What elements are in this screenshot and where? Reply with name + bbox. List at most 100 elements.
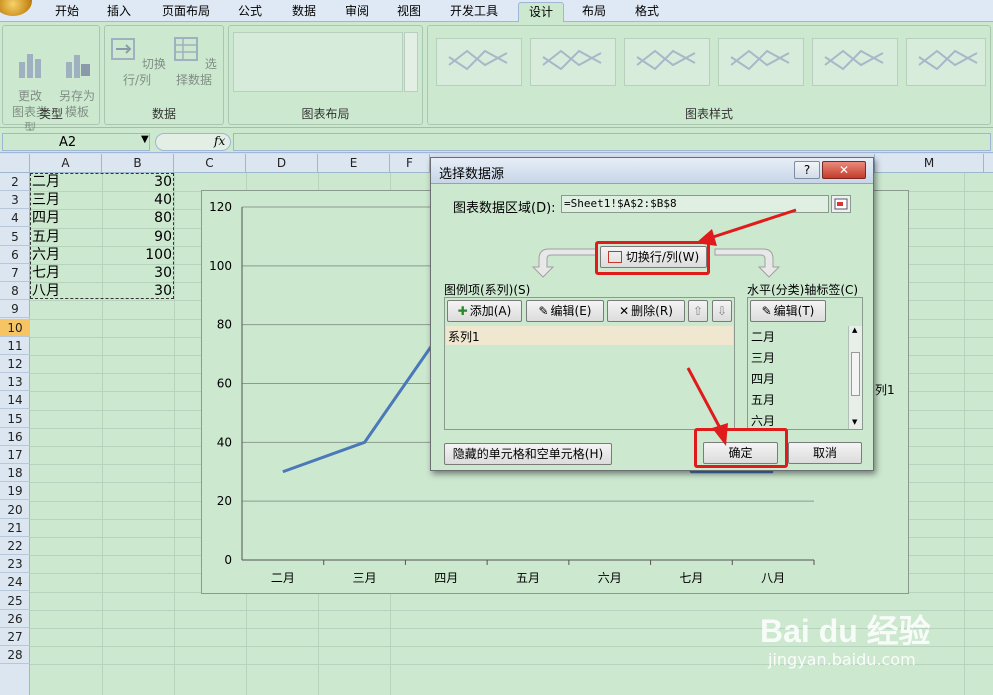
watermark-brand: Bai du 经验 (760, 613, 931, 649)
y-tick-label: 0 (224, 553, 232, 567)
select-data-icon (174, 37, 199, 61)
row-header[interactable]: 15 (0, 410, 30, 428)
formula-tools: fx (155, 133, 231, 151)
group-type: 更改 图表类型 另存为 模板 类型 (2, 25, 100, 135)
tab-data[interactable]: 数据 (284, 2, 324, 22)
edit-series-button[interactable]: ✎ 编辑(E) (526, 300, 604, 322)
row-header[interactable]: 23 (0, 555, 30, 574)
close-button[interactable]: ✕ (822, 161, 866, 179)
tab-view[interactable]: 视图 (389, 2, 429, 22)
formula-input[interactable] (233, 133, 991, 151)
column-header[interactable]: M (874, 154, 984, 173)
y-tick-label: 60 (217, 377, 232, 391)
switch-row-column-button[interactable]: 切换行/列 (108, 34, 166, 88)
tab-formulas[interactable]: 公式 (230, 2, 270, 22)
group-chart-styles-label: 图表样式 (684, 107, 733, 121)
x-tick-label: 六月 (598, 571, 622, 585)
row-header[interactable]: 19 (0, 482, 30, 501)
tab-design[interactable]: 设计 (518, 2, 564, 22)
chevron-down-icon[interactable]: ▼ (141, 134, 149, 145)
tab-insert[interactable]: 插入 (99, 2, 139, 22)
x-tick-label: 三月 (353, 571, 377, 585)
scroll-down-icon[interactable]: ▼ (852, 418, 857, 426)
column-header[interactable]: B (102, 154, 174, 173)
row-header[interactable]: 18 (0, 464, 30, 483)
row-header[interactable]: 16 (0, 428, 30, 446)
scroll-up-icon[interactable]: ▲ (852, 326, 857, 334)
column-header[interactable]: F (390, 154, 430, 173)
style-5-icon (824, 49, 884, 71)
style-2-icon (542, 49, 602, 71)
row-header[interactable]: 7 (0, 264, 30, 282)
row-header[interactable]: 8 (0, 282, 30, 301)
chart-style-3[interactable] (624, 38, 710, 86)
row-header[interactable]: 10 (0, 318, 30, 337)
legend-series-label: 图例项(系列)(S) (444, 283, 531, 297)
select-data-button[interactable]: 选择数据 (167, 34, 221, 88)
chart-style-4[interactable] (718, 38, 804, 86)
row-header[interactable]: 26 (0, 610, 30, 628)
tab-page-layout[interactable]: 页面布局 (155, 2, 217, 22)
row-header[interactable]: 12 (0, 355, 30, 373)
add-series-button[interactable]: ✚ 添加(A) (447, 300, 522, 322)
switch-row-column-icon (111, 38, 136, 60)
tab-review[interactable]: 审阅 (337, 2, 377, 22)
column-header[interactable]: C (174, 154, 246, 173)
row-header[interactable]: 2 (0, 173, 30, 191)
chart-style-1[interactable] (436, 38, 522, 86)
style-3-icon (636, 49, 696, 71)
edit-series-label: 编辑(E) (550, 304, 592, 318)
row-header[interactable]: 9 (0, 300, 30, 319)
group-chart-layout-label: 图表布局 (301, 107, 350, 121)
style-6-icon (918, 49, 978, 71)
row-header[interactable]: 21 (0, 519, 30, 537)
help-button[interactable]: ? (794, 161, 820, 179)
annotation-arrows (686, 208, 797, 446)
fx-icon[interactable]: fx (214, 134, 225, 148)
row-header[interactable]: 24 (0, 573, 30, 592)
tab-home[interactable]: 开始 (47, 2, 87, 22)
office-button[interactable] (0, 0, 32, 16)
ribbon-tab-bar: 开始 插入 页面布局 公式 数据 审阅 视图 开发工具 设计 布局 格式 (0, 0, 993, 22)
range-picker-button[interactable] (831, 195, 851, 213)
select-all-corner[interactable] (0, 154, 30, 173)
name-box[interactable]: A2 ▼ (2, 133, 150, 151)
row-header[interactable]: 20 (0, 501, 30, 519)
row-header[interactable]: 4 (0, 209, 30, 228)
chart-style-5[interactable] (812, 38, 898, 86)
row-header[interactable]: 5 (0, 228, 30, 246)
chart-type-icon (19, 54, 41, 78)
chart-style-2[interactable] (530, 38, 616, 86)
x-tick-label: 二月 (271, 571, 295, 585)
layout-gallery[interactable] (233, 32, 403, 92)
grid-line (964, 173, 965, 695)
group-data: 切换行/列 选择数据 数据 (104, 25, 224, 125)
column-header[interactable]: E (318, 154, 390, 173)
style-4-icon (730, 49, 790, 71)
group-chart-layout: 图表布局 (228, 25, 423, 125)
row-header[interactable]: 11 (0, 337, 30, 355)
tab-developer[interactable]: 开发工具 (443, 2, 505, 22)
scroll-thumb[interactable] (851, 352, 860, 396)
group-data-label: 数据 (151, 107, 176, 121)
copy-marquee (30, 173, 174, 299)
save-template-icon (66, 55, 90, 78)
row-header[interactable]: 28 (0, 646, 30, 665)
tab-format[interactable]: 格式 (627, 2, 667, 22)
axis-list-scrollbar[interactable]: ▲ ▼ (848, 326, 862, 429)
row-header[interactable]: 3 (0, 191, 30, 210)
hidden-cells-button[interactable]: 隐藏的单元格和空单元格(H) (444, 443, 612, 465)
row-header[interactable]: 13 (0, 373, 30, 392)
row-header[interactable]: 22 (0, 537, 30, 555)
row-header[interactable]: 27 (0, 628, 30, 646)
row-header[interactable]: 17 (0, 446, 30, 464)
row-header[interactable]: 14 (0, 391, 30, 410)
row-header[interactable]: 6 (0, 246, 30, 264)
dialog-titlebar: 选择数据源 ? ✕ (431, 158, 873, 184)
layout-gallery-scroll[interactable] (404, 32, 418, 92)
column-header[interactable]: D (246, 154, 318, 173)
tab-layout[interactable]: 布局 (574, 2, 614, 22)
column-header[interactable]: A (30, 154, 102, 173)
chart-style-6[interactable] (906, 38, 986, 86)
row-header[interactable]: 25 (0, 592, 30, 610)
